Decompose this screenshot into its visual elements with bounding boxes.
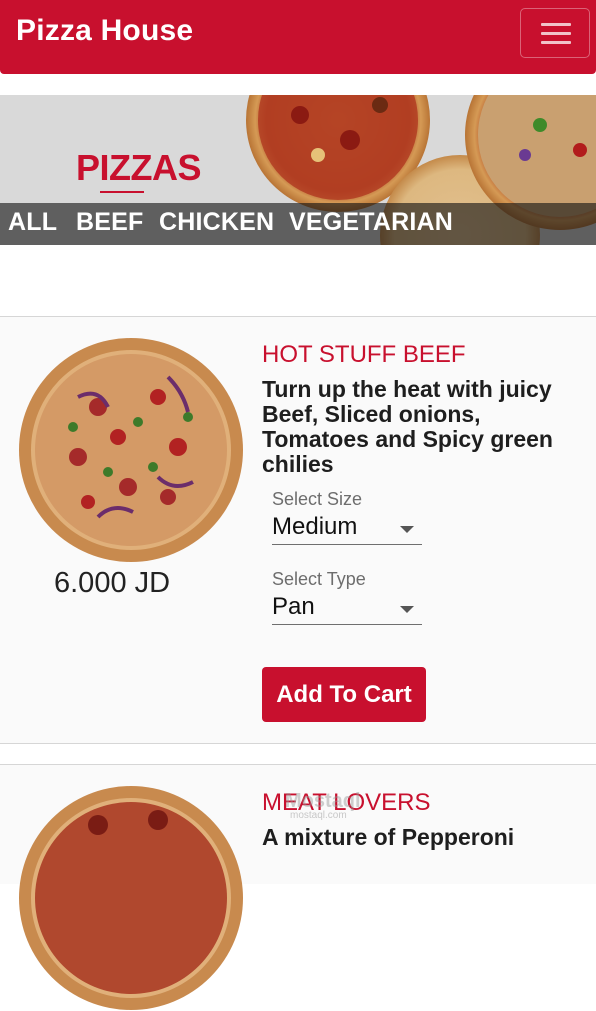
add-to-cart-button[interactable]: Add To Cart bbox=[262, 667, 426, 722]
banner-divider bbox=[100, 191, 144, 193]
product-price: 6.000 JD bbox=[54, 567, 171, 599]
product-name: HOT STUFF BEEF bbox=[262, 341, 466, 368]
app-title[interactable]: Pizza House bbox=[16, 14, 193, 48]
tab-beef[interactable]: BEEF bbox=[76, 208, 143, 237]
watermark-url: mostaql.com bbox=[290, 810, 347, 821]
dropdown-arrow-icon bbox=[400, 606, 414, 613]
pizza-image bbox=[19, 338, 243, 562]
hamburger-icon bbox=[541, 23, 571, 26]
hero-banner: PIZZAS ALL BEEF CHICKEN VEGETARIAN bbox=[0, 95, 596, 245]
product-description: Turn up the heat with juicy Beef, Sliced… bbox=[262, 376, 553, 477]
navbar: Pizza House bbox=[0, 0, 596, 74]
pizza-image bbox=[19, 786, 243, 1010]
type-select-value: Pan bbox=[272, 593, 315, 620]
type-select[interactable]: Pan bbox=[272, 593, 422, 625]
type-select-label: Select Type bbox=[272, 569, 366, 589]
tab-all[interactable]: ALL bbox=[8, 208, 57, 237]
banner-title: PIZZAS bbox=[76, 147, 202, 188]
product-card: MEAT LOVERS A mixture of Pepperoni bbox=[0, 764, 596, 1010]
product-card: 6.000 JD HOT STUFF BEEF Turn up the heat… bbox=[0, 316, 596, 744]
category-tabs: ALL BEEF CHICKEN VEGETARIAN bbox=[0, 203, 596, 245]
menu-toggle-button[interactable] bbox=[520, 8, 590, 58]
size-select[interactable]: Medium bbox=[272, 513, 422, 545]
tab-chicken[interactable]: CHICKEN bbox=[159, 208, 274, 237]
hamburger-icon bbox=[541, 41, 571, 44]
dropdown-arrow-icon bbox=[400, 526, 414, 533]
size-select-value: Medium bbox=[272, 513, 358, 540]
size-select-label: Select Size bbox=[272, 489, 363, 509]
hamburger-icon bbox=[541, 32, 571, 35]
tab-vegetarian[interactable]: VEGETARIAN bbox=[289, 208, 453, 237]
